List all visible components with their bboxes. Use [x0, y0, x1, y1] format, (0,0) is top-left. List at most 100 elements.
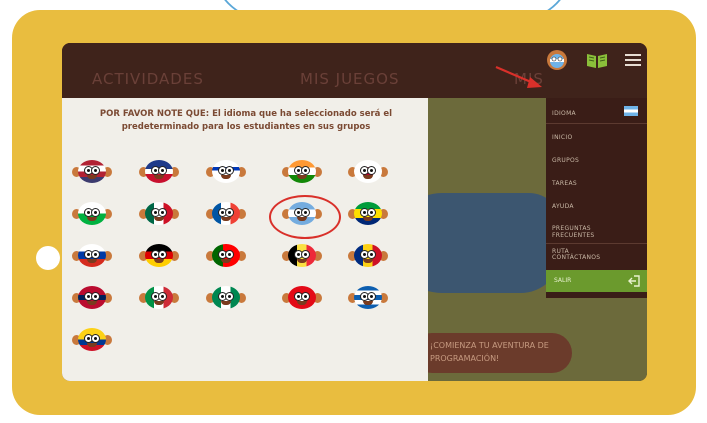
turkey-flag-icon [288, 286, 316, 309]
language-option-colombia[interactable] [72, 328, 112, 352]
language-option-germany[interactable] [139, 244, 179, 268]
language-option-usa[interactable] [72, 160, 112, 184]
monkey-mouth [87, 217, 97, 221]
menu-item-tareas[interactable]: TAREAS [552, 180, 577, 187]
monkey-eye [158, 166, 167, 175]
greece-flag-icon [354, 286, 382, 309]
uk-flag-icon [145, 160, 173, 183]
hamburger-menu-icon[interactable] [625, 53, 641, 67]
monkey-eye [225, 166, 234, 175]
monkey-eye [225, 292, 234, 301]
monkey-eye [91, 208, 100, 217]
language-option-nigeria[interactable] [206, 286, 246, 310]
monkey-mouth [87, 259, 97, 263]
israel-flag-icon [212, 160, 240, 183]
menu-divider [546, 123, 647, 124]
language-option-italy[interactable] [139, 286, 179, 310]
selected-language-highlight [269, 195, 341, 239]
france-flag-icon [212, 202, 240, 225]
monkey-mouth [154, 259, 164, 263]
brazil-flag-icon [354, 202, 382, 225]
language-option-turkey[interactable] [282, 286, 322, 310]
monkey-eye [91, 334, 100, 343]
monkey-mouth [297, 175, 307, 179]
monkey-eye [91, 166, 100, 175]
colombia-flag-icon [78, 328, 106, 351]
start-adventure-text: ¡COMIENZA TU AVENTURA DE PROGRAMACIÓN! [430, 341, 549, 363]
germany-flag-icon [145, 244, 173, 267]
mexico-flag-icon [145, 202, 173, 225]
monkey-eye [158, 250, 167, 259]
language-option-japan[interactable] [348, 160, 388, 184]
monkey-eye [225, 208, 234, 217]
language-option-russia[interactable] [72, 244, 112, 268]
language-option-israel[interactable] [206, 160, 246, 184]
monkey-eye [301, 166, 310, 175]
menu-item-idioma[interactable]: IDIOMA [552, 110, 576, 117]
monkey-mouth [87, 301, 97, 305]
monkey-eye [158, 292, 167, 301]
language-selection-panel: POR FAVOR NOTE QUE: El idioma que ha sel… [62, 98, 428, 381]
language-option-greece[interactable] [348, 286, 388, 310]
russia-flag-icon [78, 244, 106, 267]
language-option-belgium[interactable] [282, 244, 322, 268]
argentina-flag-icon [624, 106, 638, 116]
monkey-mouth [87, 175, 97, 179]
menu-item-grupos[interactable]: GRUPOS [552, 157, 579, 164]
monkey-eye [225, 250, 234, 259]
monkey-eye [91, 250, 100, 259]
menu-item-contactanos[interactable]: CONTÁCTANOS [552, 254, 600, 261]
monkey-mouth [363, 259, 373, 263]
monkey-mouth [221, 259, 231, 263]
wales-flag-icon [78, 202, 106, 225]
menu-divider [546, 243, 647, 244]
language-option-mexico[interactable] [139, 202, 179, 226]
logout-icon [628, 275, 640, 287]
monkey-eye [367, 292, 376, 301]
language-option-brazil[interactable] [348, 202, 388, 226]
monkey-mouth [221, 175, 231, 179]
home-button[interactable] [36, 246, 60, 270]
belgium-flag-icon [288, 244, 316, 267]
top-navigation: ACTIVIDADES MIS JUEGOS MIS [62, 43, 647, 98]
logout-button[interactable]: SALIR [546, 270, 647, 292]
menu-item-inicio[interactable]: INICIO [552, 134, 573, 141]
logout-label: SALIR [554, 277, 572, 284]
norway-flag-icon [78, 286, 106, 309]
red-pointer-arrow [495, 65, 542, 88]
language-option-portugal[interactable] [206, 244, 246, 268]
language-option-romania[interactable] [348, 244, 388, 268]
monkey-eye [367, 250, 376, 259]
menu-item-faq[interactable]: PREGUNTAS FRECUENTES [552, 225, 612, 239]
language-option-uk[interactable] [139, 160, 179, 184]
romania-flag-icon [354, 244, 382, 267]
india-flag-icon [288, 160, 316, 183]
monkey-eye [301, 250, 310, 259]
monkey-mouth [154, 175, 164, 179]
monkey-eye [158, 208, 167, 217]
monkey-mouth [221, 301, 231, 305]
monkey-mouth [363, 217, 373, 221]
language-notice: POR FAVOR NOTE QUE: El idioma que ha sel… [99, 109, 393, 132]
language-option-wales[interactable] [72, 202, 112, 226]
book-icon[interactable] [586, 51, 608, 69]
app-screen: ACTIVIDADES MIS JUEGOS MIS ¡COMIENZA TU … [62, 43, 647, 381]
language-option-norway[interactable] [72, 286, 112, 310]
menu-item-ayuda[interactable]: AYUDA [552, 203, 574, 210]
monkey-mouth [154, 217, 164, 221]
tab-mis-juegos[interactable]: MIS JUEGOS [300, 70, 400, 88]
monkey-avatar-icon[interactable] [546, 49, 568, 71]
language-option-france[interactable] [206, 202, 246, 226]
monkey-eye [367, 166, 376, 175]
tab-actividades[interactable]: ACTIVIDADES [92, 70, 204, 88]
monkey-mouth [154, 301, 164, 305]
language-option-india[interactable] [282, 160, 322, 184]
monkey-eye [301, 292, 310, 301]
monkey-eye [91, 292, 100, 301]
portugal-flag-icon [212, 244, 240, 267]
monkey-mouth [363, 301, 373, 305]
start-adventure-banner[interactable]: ¡COMIENZA TU AVENTURA DE PROGRAMACIÓN! [412, 333, 572, 373]
nigeria-flag-icon [212, 286, 240, 309]
dropdown-menu: IDIOMA INICIO GRUPOS TAREAS AYUDA PREGUN… [546, 98, 647, 298]
usa-flag-icon [78, 160, 106, 183]
